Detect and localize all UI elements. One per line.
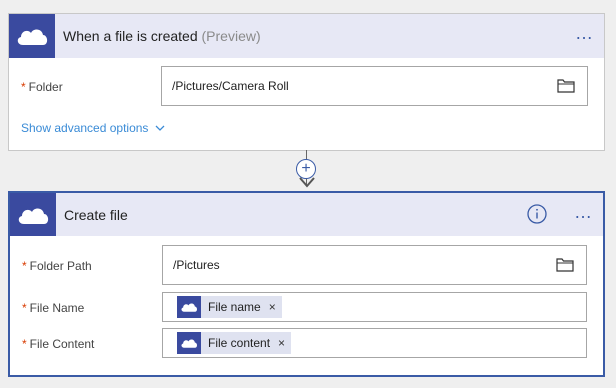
required-mark: * [22, 337, 27, 351]
file-content-row: * File Content File content × [10, 327, 603, 359]
folder-label-text: Folder [28, 80, 63, 94]
file-content-token[interactable]: File content × [177, 332, 292, 354]
advanced-link-label: Show advanced options [21, 121, 149, 135]
onedrive-icon [9, 14, 55, 58]
action-title: Create file [64, 207, 128, 223]
file-name-token[interactable]: File name × [177, 296, 282, 318]
file-name-input[interactable]: File name × [162, 292, 587, 322]
token-label: File name [208, 300, 261, 314]
required-mark: * [22, 259, 27, 273]
action-header[interactable]: Create file … [10, 193, 603, 236]
folder-row: * Folder /Pictures/Camera Roll [9, 66, 604, 108]
trigger-header[interactable]: When a file is created (Preview) … [9, 14, 604, 58]
token-remove-button[interactable]: × [269, 300, 276, 314]
folder-path-input[interactable]: /Pictures [162, 245, 587, 285]
chevron-down-icon [152, 121, 165, 135]
token-remove-button[interactable]: × [278, 336, 285, 350]
action-card[interactable]: Create file … * Folder Path /Pictures * … [8, 191, 605, 377]
folder-icon[interactable] [556, 257, 574, 275]
required-mark: * [21, 80, 26, 94]
trigger-title: When a file is created (Preview) [63, 28, 261, 44]
folder-icon[interactable] [557, 78, 575, 96]
file-name-label-text: File Name [29, 301, 85, 315]
folder-path-row: * Folder Path /Pictures [10, 244, 603, 286]
file-content-input[interactable]: File content × [162, 328, 587, 358]
trigger-title-text: When a file is created [63, 28, 198, 44]
onedrive-icon [10, 193, 56, 236]
file-content-label-text: File Content [29, 337, 95, 351]
required-mark: * [22, 301, 27, 315]
folder-label: * Folder [21, 80, 63, 94]
folder-path-label: * Folder Path [22, 259, 92, 273]
show-advanced-options-link[interactable]: Show advanced options [21, 121, 165, 135]
onedrive-icon [177, 332, 201, 354]
folder-input[interactable]: /Pictures/Camera Roll [161, 66, 588, 106]
trigger-menu-button[interactable]: … [575, 24, 594, 42]
token-label: File content [208, 336, 271, 350]
folder-path-value: /Pictures [173, 258, 220, 272]
action-menu-button[interactable]: … [574, 203, 593, 221]
arrow-down-icon [298, 175, 316, 192]
file-content-label: * File Content [22, 337, 94, 351]
onedrive-icon [177, 296, 201, 318]
info-icon[interactable] [527, 204, 547, 224]
file-name-row: * File Name File name × [10, 291, 603, 323]
folder-path-label-text: Folder Path [29, 259, 92, 273]
trigger-card[interactable]: When a file is created (Preview) … * Fold… [8, 13, 605, 151]
file-name-label: * File Name [22, 301, 84, 315]
preview-tag: (Preview) [201, 28, 261, 44]
folder-value: /Pictures/Camera Roll [172, 79, 289, 93]
